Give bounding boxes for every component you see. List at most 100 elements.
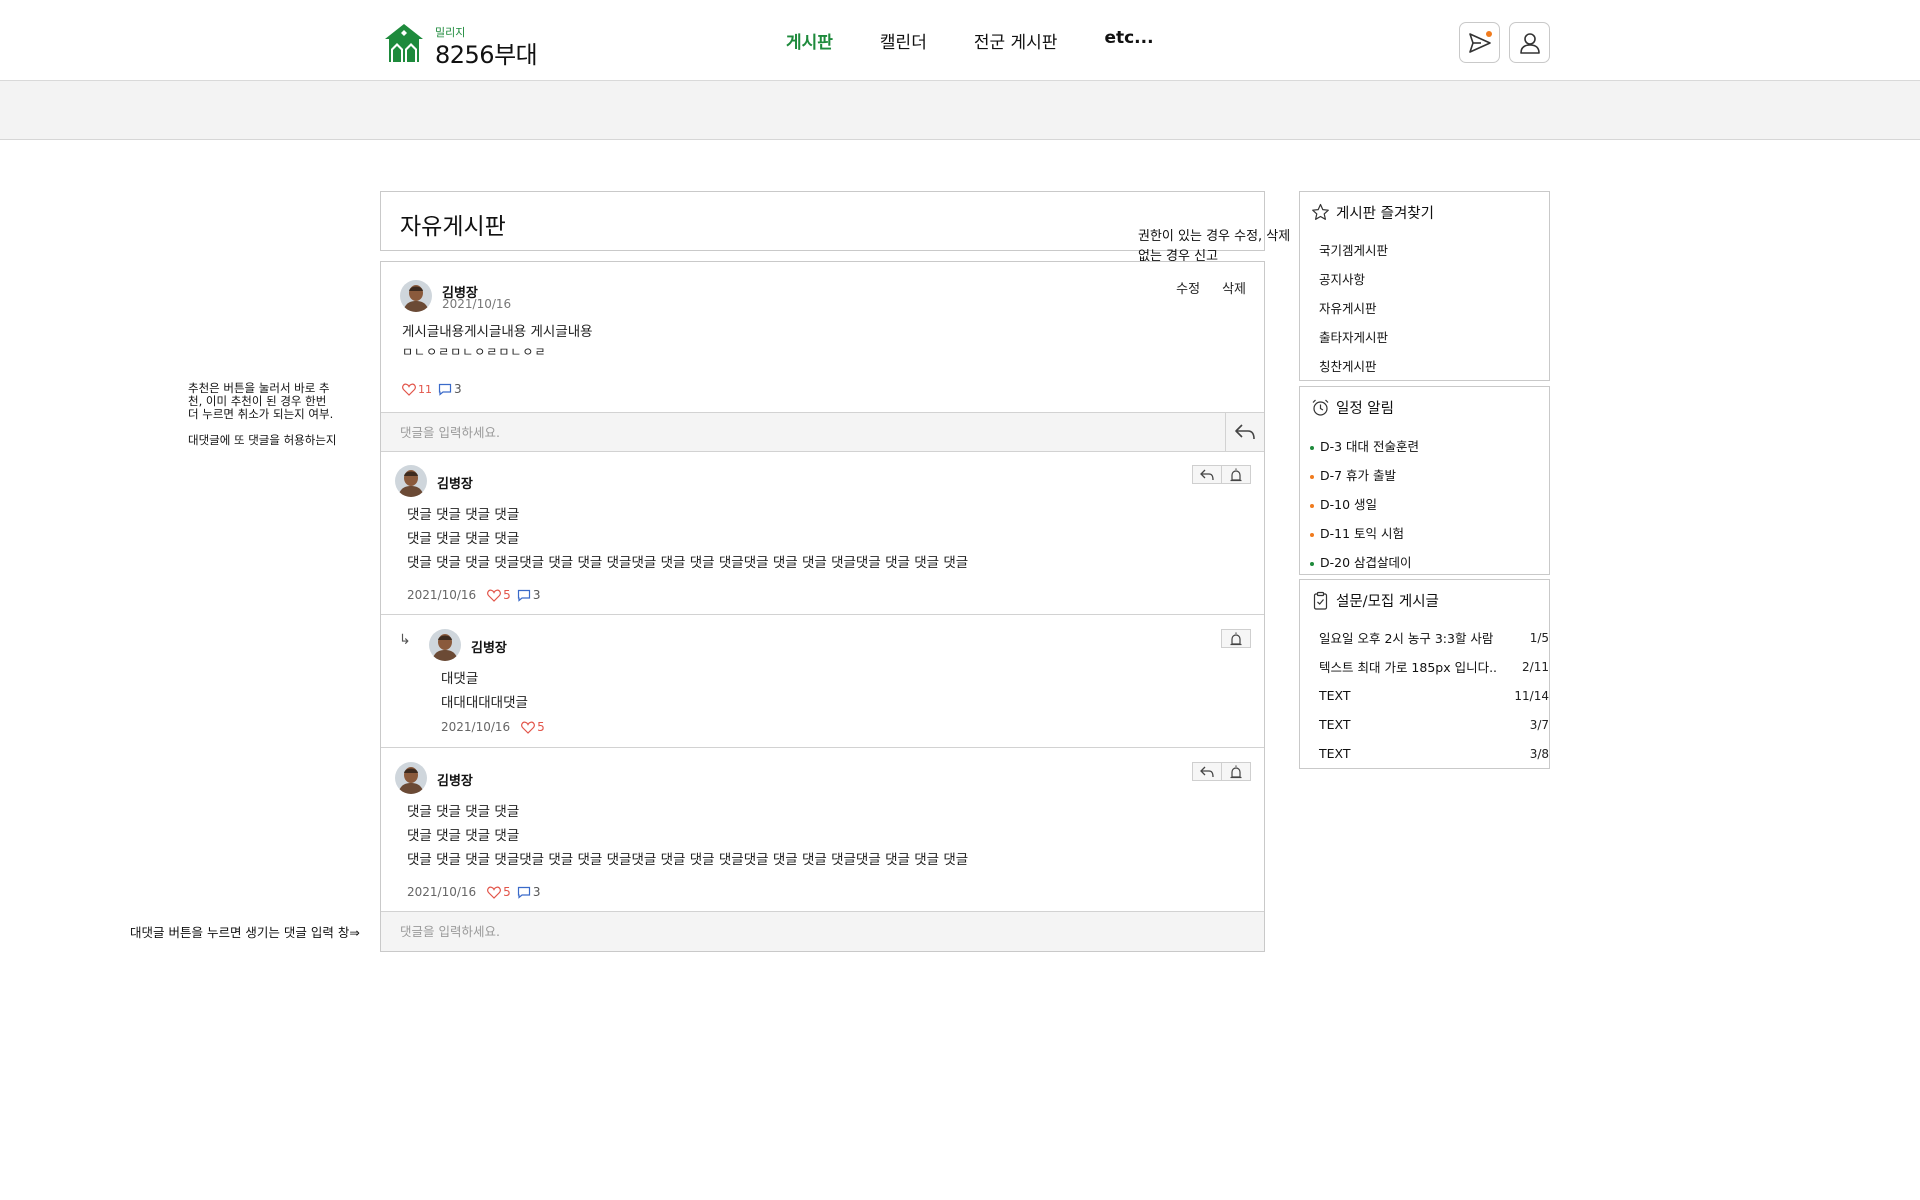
favorite-item[interactable]: 자유게시판: [1319, 293, 1541, 322]
status-dot: [1310, 561, 1314, 566]
send-comment-button[interactable]: [1225, 413, 1264, 451]
favorite-item[interactable]: 출타자게시판: [1319, 322, 1541, 351]
report-button[interactable]: [1221, 465, 1251, 484]
like-button[interactable]: 5: [521, 720, 545, 734]
avatar: [400, 280, 432, 312]
siren-icon: [1230, 765, 1242, 778]
reply-count-button[interactable]: 3: [517, 885, 540, 899]
schedule-item[interactable]: D-7 휴가 출발: [1310, 460, 1541, 489]
banner-area: [0, 81, 1920, 140]
comment-actions: [1192, 762, 1251, 781]
schedule-item[interactable]: D-20 삼겹살데이: [1310, 547, 1541, 576]
logo[interactable]: 밀리지 8256부대: [383, 18, 553, 69]
schedule-label: D-11 토익 시험: [1320, 526, 1404, 541]
delete-button[interactable]: 삭제: [1222, 278, 1246, 297]
message-button[interactable]: [1459, 22, 1500, 63]
favorites-header: 게시판 즐겨찾기: [1311, 202, 1434, 223]
notification-dot: [1486, 31, 1492, 37]
reply-meta: 2021/10/16 5: [441, 720, 545, 734]
comment-meta: 2021/10/16 5 3: [407, 885, 540, 899]
comment-count: 3: [454, 382, 462, 396]
reply-count-button[interactable]: 3: [517, 588, 541, 602]
like-count: 5: [537, 720, 545, 734]
comment-line: 댓글 댓글 댓글 댓글댓글 댓글 댓글 댓글댓글 댓글 댓글 댓글댓글 댓글 댓…: [407, 852, 969, 868]
survey-count: 3/8: [1529, 746, 1549, 761]
survey-count: 11/14: [1514, 688, 1549, 703]
survey-list: 일요일 오후 2시 농구 3:3할 사람 1/5 텍스트 최대 가로 185px …: [1319, 623, 1549, 768]
profile-photo-icon: [395, 465, 427, 497]
survey-item[interactable]: TEXT 3/8: [1319, 739, 1549, 768]
logo-title: 8256부대: [435, 41, 538, 69]
report-button[interactable]: [1221, 762, 1251, 781]
schedule-item[interactable]: D-10 생일: [1310, 489, 1541, 518]
comment-input[interactable]: [381, 413, 1226, 451]
survey-label: TEXT: [1319, 688, 1351, 703]
main-nav: 게시판 캘린더 전군 게시판 etc...: [786, 28, 1201, 53]
clipboard-check-icon: [1313, 591, 1328, 610]
reply-line: 대대대대대댓글: [441, 695, 528, 711]
comment-author[interactable]: 김병장: [437, 770, 473, 789]
schedule-panel: 일정 알림 D-3 대대 전술훈련 D-7 휴가 출발 D-10 생일 D-11…: [1299, 386, 1550, 575]
comment-line: 댓글 댓글 댓글 댓글: [407, 531, 520, 547]
survey-label: TEXT: [1319, 746, 1351, 761]
house-logo-icon: [385, 24, 423, 62]
favorite-item[interactable]: 칭찬게시판: [1319, 351, 1541, 380]
comment-count-button[interactable]: 3: [438, 382, 462, 396]
profile-photo-icon: [400, 280, 432, 312]
survey-item[interactable]: 일요일 오후 2시 농구 3:3할 사람 1/5: [1319, 623, 1549, 652]
speech-bubble-icon: [517, 589, 530, 602]
reply-author[interactable]: 김병장: [471, 637, 507, 656]
reply-count: 3: [532, 588, 541, 602]
report-button[interactable]: [1221, 629, 1251, 648]
heart-icon: [487, 886, 502, 899]
divider: [381, 747, 1264, 748]
reply-arrow-icon: [1235, 424, 1255, 440]
star-icon: [1312, 203, 1329, 220]
favorites-title: 게시판 즐겨찾기: [1336, 206, 1434, 222]
status-dot: [1310, 503, 1314, 508]
schedule-title: 일정 알림: [1336, 401, 1394, 417]
comment-author[interactable]: 김병장: [437, 473, 473, 492]
survey-item[interactable]: 텍스트 최대 가로 185px 입니다.. 2/11: [1319, 652, 1549, 681]
nav-etc[interactable]: etc...: [1104, 28, 1153, 53]
survey-header: 설문/모집 게시글: [1311, 590, 1439, 611]
nav-all-army-board[interactable]: 전군 게시판: [974, 28, 1058, 53]
favorite-item[interactable]: 공지사항: [1319, 264, 1541, 293]
nested-reply-arrow-icon: ↳: [399, 632, 411, 648]
comment-line: 댓글 댓글 댓글 댓글: [407, 804, 520, 820]
status-dot: [1310, 474, 1314, 479]
schedule-label: D-20 삼겹살데이: [1320, 555, 1412, 570]
reply-input[interactable]: [381, 912, 1261, 950]
like-count: 5: [503, 885, 511, 899]
board-title-box: 자유게시판: [380, 191, 1265, 251]
reply-button[interactable]: [1192, 465, 1222, 484]
heart-icon: [521, 721, 536, 734]
reply-input-bar: [381, 911, 1264, 951]
comment-line: 댓글 댓글 댓글 댓글: [407, 828, 520, 844]
board-title: 자유게시판: [400, 214, 506, 240]
survey-item[interactable]: TEXT 3/7: [1319, 710, 1549, 739]
favorite-item[interactable]: 국기겜게시판: [1319, 235, 1541, 264]
like-button[interactable]: 11: [402, 383, 432, 396]
comment-meta: 2021/10/16 5 3: [407, 588, 540, 602]
edit-button[interactable]: 수정: [1176, 278, 1200, 297]
survey-panel: 설문/모집 게시글 일요일 오후 2시 농구 3:3할 사람 1/5 텍스트 최대…: [1299, 579, 1550, 769]
divider: [381, 614, 1264, 615]
schedule-item[interactable]: D-3 대대 전술훈련: [1310, 431, 1541, 460]
nav-board[interactable]: 게시판: [786, 28, 833, 53]
schedule-label: D-7 휴가 출발: [1320, 468, 1397, 483]
survey-item[interactable]: TEXT 11/14: [1319, 681, 1549, 710]
reply-arrow-icon: [1200, 766, 1214, 777]
profile-button[interactable]: [1509, 22, 1550, 63]
schedule-item[interactable]: D-11 토익 시험: [1310, 518, 1541, 547]
reply-date: 2021/10/16: [441, 720, 511, 734]
speech-bubble-icon: [517, 886, 530, 899]
like-button[interactable]: 5: [487, 588, 511, 602]
nav-calendar[interactable]: 캘린더: [880, 28, 927, 53]
reply-button[interactable]: [1192, 762, 1222, 781]
like-button[interactable]: 5: [487, 885, 511, 899]
like-count: 11: [418, 382, 432, 396]
survey-label: 일요일 오후 2시 농구 3:3할 사람: [1319, 631, 1494, 646]
avatar: [395, 762, 427, 794]
reply-annotation: 대댓글에 또 댓글을 허용하는지: [188, 433, 337, 447]
